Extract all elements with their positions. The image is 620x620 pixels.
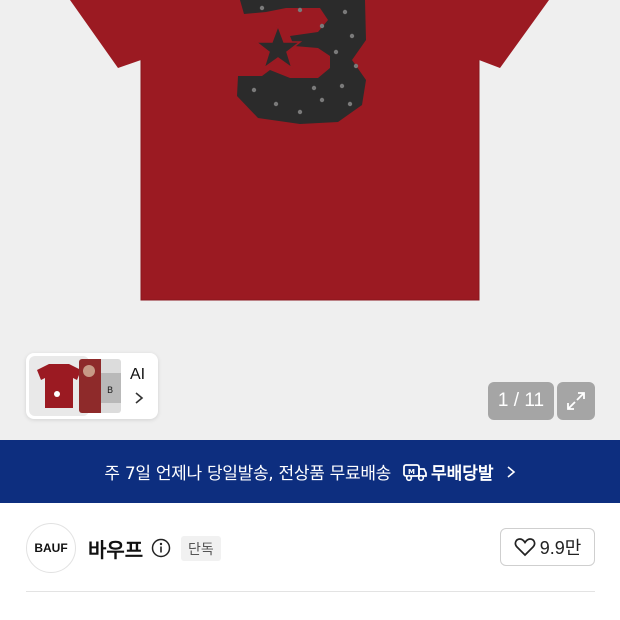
page-counter: 1 / 11 <box>488 382 554 420</box>
shipping-banner[interactable]: 주 7일 언제나 당일발송, 전상품 무료배송 M 무배당발 <box>0 440 620 503</box>
banner-brand: 무배당발 <box>431 464 494 484</box>
chevron-right-icon <box>506 465 516 479</box>
thumbnail-strip[interactable]: B AI <box>26 353 158 419</box>
divider <box>26 591 595 592</box>
brand-avatar[interactable]: BAUF <box>26 523 76 573</box>
brand-row: BAUF 바우프 단독 9.9만 <box>0 503 620 591</box>
expand-icon <box>567 392 585 410</box>
heart-icon <box>514 538 536 557</box>
brand-logo-text: BAUF <box>34 541 68 555</box>
info-icon[interactable] <box>151 538 171 558</box>
svg-text:M: M <box>408 468 415 476</box>
like-count: 9.9만 <box>539 538 582 558</box>
brand-name[interactable]: 바우프 <box>88 534 143 563</box>
truck-logo-icon: M <box>403 462 427 482</box>
chevron-right-icon[interactable] <box>134 391 144 405</box>
exclusive-badge: 단독 <box>181 536 221 561</box>
like-button[interactable]: 9.9만 <box>500 528 595 566</box>
thumbnail-model[interactable]: B <box>79 359 121 413</box>
page-counter-text: 1 / 11 <box>497 390 545 411</box>
expand-button[interactable] <box>557 382 595 420</box>
ai-label[interactable]: AI <box>130 366 145 384</box>
banner-text: 주 7일 언제나 당일발송, 전상품 무료배송 <box>104 464 392 484</box>
svg-text:B: B <box>107 386 113 396</box>
